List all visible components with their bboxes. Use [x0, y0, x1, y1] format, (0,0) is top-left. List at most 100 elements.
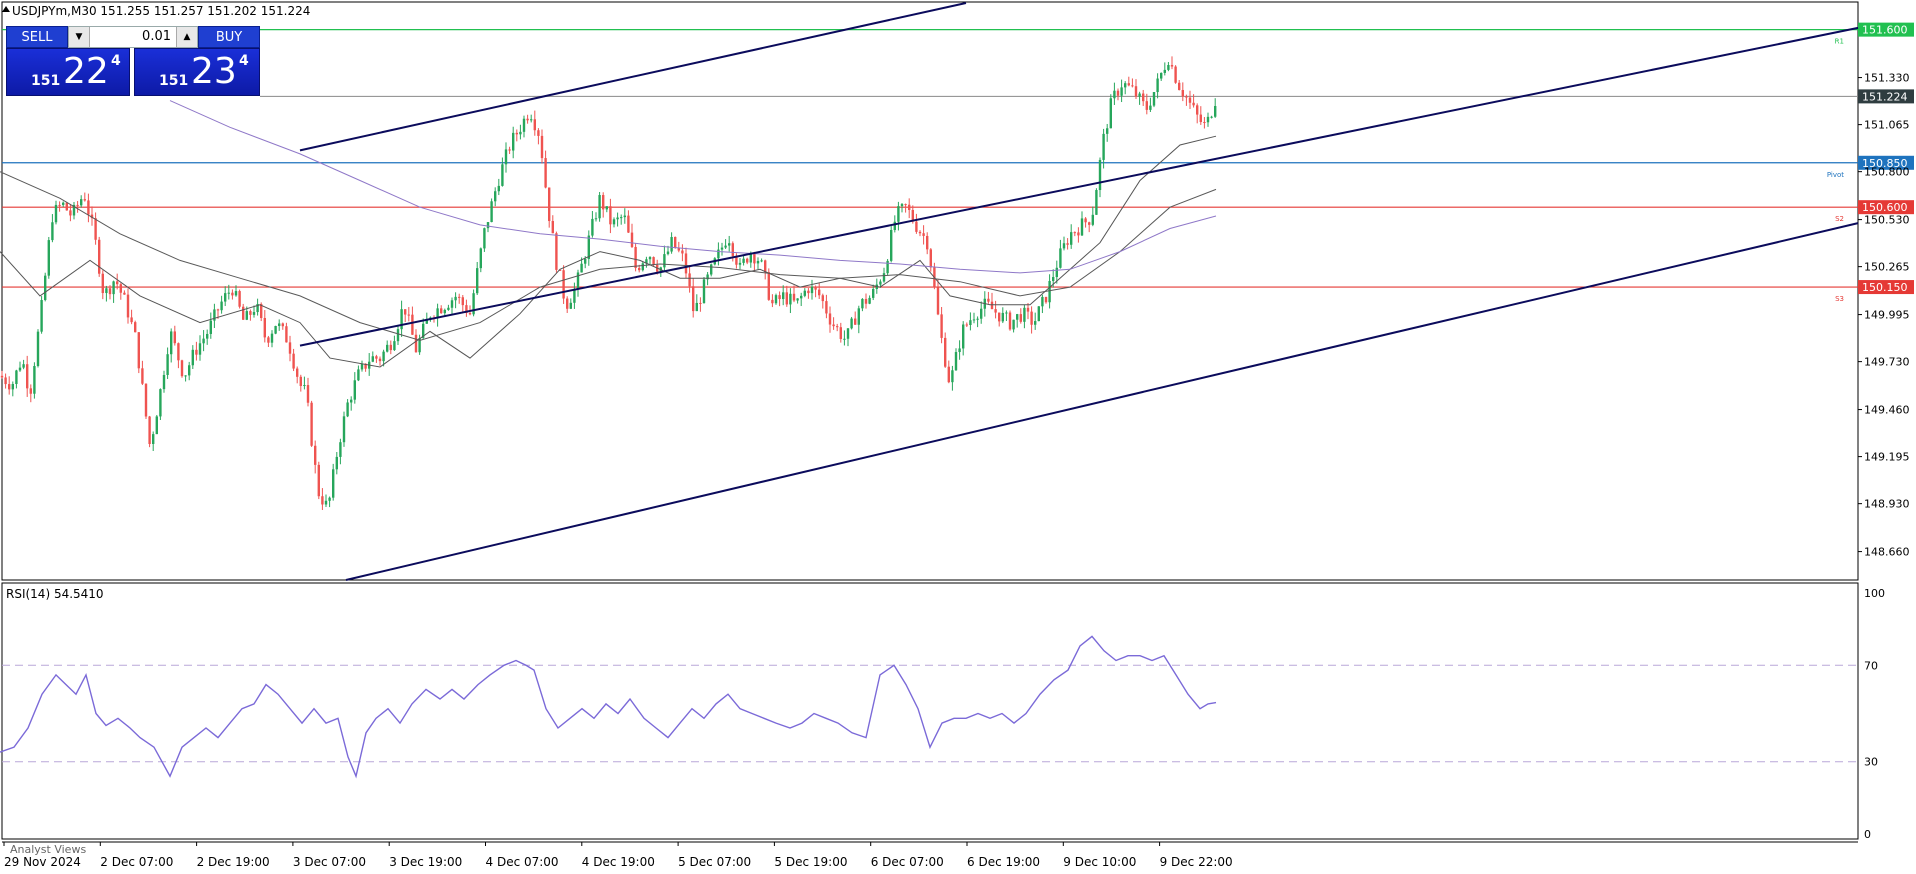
candle-body-82: [296, 368, 299, 377]
candle-body-313: [1127, 83, 1130, 86]
sell-button[interactable]: SELL: [6, 26, 68, 48]
candle-body-275: [990, 301, 994, 310]
candle-body-140: [504, 149, 508, 165]
candle-body-43: [155, 416, 158, 435]
y-tick-label-0: 151.330: [1864, 72, 1910, 85]
candle-body-38: [137, 332, 140, 369]
candle-body-251: [904, 204, 907, 206]
x-tick-label-8: 5 Dec 19:00: [774, 855, 847, 869]
level-price-label-2: 150.600: [1862, 201, 1908, 214]
candle-body-91: [328, 497, 331, 501]
x-tick-label-4: 3 Dec 19:00: [389, 855, 462, 869]
candle-body-161: [580, 263, 583, 273]
candle-body-285: [1026, 307, 1030, 312]
candle-body-240: [864, 298, 868, 304]
candle-body-3: [11, 384, 14, 390]
candle-body-332: [1196, 105, 1199, 115]
candle-body-29: [105, 288, 108, 294]
candle-body-254: [915, 221, 918, 232]
buy-price-quote[interactable]: 151 23 4: [134, 48, 260, 96]
level-price-label-3: 150.150: [1862, 281, 1908, 294]
candle-body-277: [998, 312, 1001, 322]
candle-body-330: [1188, 97, 1192, 103]
candle-body-36: [130, 317, 133, 323]
candle-body-239: [861, 298, 864, 309]
level-tag-3: S3: [1835, 295, 1844, 303]
candle-body-104: [375, 356, 378, 359]
candle-body-235: [846, 328, 850, 339]
candle-body-193: [695, 302, 698, 312]
candle-body-89: [321, 496, 324, 505]
candle-body-294: [1059, 248, 1062, 268]
lot-size-input[interactable]: ▼ 0.01 ▲: [68, 26, 198, 48]
candle-body-233: [839, 327, 842, 339]
x-tick-label-6: 4 Dec 19:00: [582, 855, 655, 869]
candle-body-39: [141, 368, 144, 384]
candle-body-42: [152, 434, 155, 444]
lot-size-value[interactable]: 0.01: [91, 27, 175, 47]
candle-body-77: [278, 323, 281, 326]
chart-header: USDJPYm,M30 151.255 151.257 151.202 151.…: [12, 4, 311, 18]
candle-body-66: [238, 291, 241, 307]
candle-body-225: [810, 286, 814, 294]
candle-body-269: [969, 320, 972, 325]
candle-body-228: [821, 295, 824, 302]
candle-body-221: [796, 298, 799, 301]
candle-body-125: [450, 300, 454, 308]
candle-body-257: [926, 235, 929, 250]
candle-body-61: [220, 301, 223, 311]
candle-body-327: [1178, 82, 1181, 90]
candle-body-282: [1016, 314, 1019, 320]
sell-price-quote[interactable]: 151 22 4: [6, 48, 130, 96]
x-tick-label-5: 4 Dec 07:00: [486, 855, 559, 869]
y-tick-label-10: 148.660: [1864, 546, 1910, 559]
sell-price-main: 22: [63, 51, 109, 92]
candle-body-288: [1037, 306, 1040, 322]
candle-body-194: [699, 302, 702, 304]
candle-body-122: [440, 308, 443, 314]
candle-body-276: [994, 309, 997, 313]
lot-increase-icon[interactable]: ▲: [176, 27, 197, 47]
candle-body-315: [1134, 86, 1138, 97]
candle-body-241: [868, 297, 871, 304]
buy-button[interactable]: BUY: [198, 26, 260, 48]
candle-body-172: [620, 217, 623, 219]
candle-body-24: [87, 200, 90, 215]
candle-body-134: [483, 228, 486, 249]
y-tick-label-5: 149.995: [1864, 309, 1910, 322]
candle-body-63: [227, 292, 230, 294]
candle-body-213: [767, 272, 770, 300]
candle-body-45: [162, 374, 166, 390]
candle-body-68: [245, 311, 248, 320]
candle-body-60: [216, 309, 220, 311]
candle-body-328: [1181, 89, 1184, 97]
candle-body-299: [1077, 232, 1080, 236]
candle-body-278: [1001, 312, 1004, 322]
candle-body-132: [476, 268, 479, 294]
candle-body-79: [285, 326, 288, 343]
candle-body-173: [623, 215, 626, 218]
candle-body-255: [918, 231, 922, 234]
candle-body-153: [551, 221, 554, 234]
candle-body-158: [569, 302, 572, 309]
lot-decrease-icon[interactable]: ▼: [69, 27, 90, 47]
candle-body-218: [785, 292, 788, 305]
candle-body-85: [306, 385, 310, 403]
chart-menu-icon[interactable]: [2, 6, 10, 12]
candle-body-210: [756, 260, 760, 264]
candle-body-148: [533, 119, 536, 131]
candle-body-220: [792, 293, 796, 301]
candle-body-151: [544, 158, 547, 188]
candle-body-126: [454, 296, 457, 301]
candle-body-283: [1019, 314, 1022, 322]
candle-body-178: [641, 263, 644, 271]
candle-body-83: [299, 376, 302, 387]
candle-body-337: [1214, 106, 1217, 117]
candle-body-81: [292, 353, 295, 369]
candle-body-331: [1192, 102, 1195, 106]
chart-area[interactable]: 151.600R1150.850Pivot150.600S2150.150S31…: [0, 0, 1916, 874]
candle-body-141: [508, 149, 511, 151]
candle-body-76: [274, 325, 277, 334]
candle-body-206: [742, 258, 745, 263]
candle-body-112: [404, 309, 407, 315]
